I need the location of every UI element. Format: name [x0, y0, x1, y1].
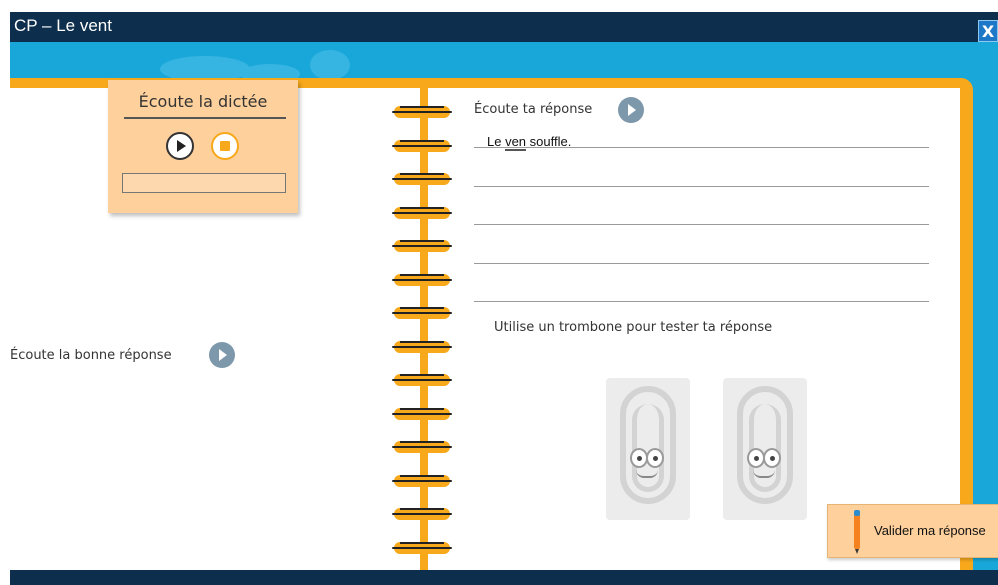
paperclip-mouth [753, 470, 775, 478]
spiral-ring [392, 139, 452, 152]
spiral-ring [392, 374, 452, 386]
dictation-progress-bar [122, 173, 286, 193]
title-bar: CP – Le vent X [10, 12, 998, 42]
correct-answer-label: Écoute la bonne réponse [10, 348, 172, 363]
paperclip-eye [646, 448, 664, 468]
close-button[interactable]: X [978, 20, 998, 42]
notebook-spine [422, 78, 425, 574]
listen-answer-label: Écoute ta réponse [474, 102, 593, 117]
spiral-ring [392, 508, 452, 520]
dictation-title: Écoute la dictée [138, 92, 268, 111]
pencil-icon [854, 510, 860, 554]
spiral-ring [392, 273, 452, 286]
spiral-ring [392, 541, 452, 554]
spiral-ring [392, 173, 452, 185]
spiral-ring [392, 307, 452, 319]
answer-line-3[interactable] [474, 224, 929, 225]
spiral-ring [392, 407, 452, 420]
spiral-ring [392, 240, 452, 252]
paperclip-icon[interactable] [723, 378, 807, 520]
spiral-ring [392, 340, 452, 353]
answer-line-5[interactable] [474, 301, 929, 302]
spiral-ring [392, 474, 452, 487]
dictation-play-button[interactable] [166, 132, 194, 160]
dictation-card: Écoute la dictée [108, 80, 298, 213]
dictation-title-underline [124, 117, 286, 119]
answer-line-2[interactable] [474, 186, 929, 187]
validate-answer-button[interactable]: Valider ma réponse [827, 504, 998, 558]
correct-answer-play-button[interactable] [209, 342, 235, 368]
bottom-bar [10, 570, 998, 585]
answer-error-word: ven [505, 134, 527, 151]
paperclip-face [628, 448, 668, 478]
listen-answer-play-button[interactable] [618, 97, 644, 123]
answer-line-1[interactable] [474, 147, 929, 148]
paperclip-eye [763, 448, 781, 468]
paperclip-face [745, 448, 785, 478]
paperclip-icon[interactable] [606, 378, 690, 520]
dictation-stop-button[interactable] [211, 132, 239, 160]
app-window: CP – Le vent X Écoute la dictée Écoute l… [10, 12, 998, 585]
window-title: CP – Le vent [14, 16, 112, 35]
paperclip-mouth [636, 470, 658, 478]
paperclip-prompt: Utilise un trombone pour tester ta répon… [494, 320, 773, 335]
answer-line-4[interactable] [474, 263, 929, 264]
validate-answer-label: Valider ma réponse [874, 523, 986, 538]
spiral-ring [392, 441, 452, 453]
spiral-ring [392, 106, 452, 118]
spiral-ring [392, 206, 452, 219]
